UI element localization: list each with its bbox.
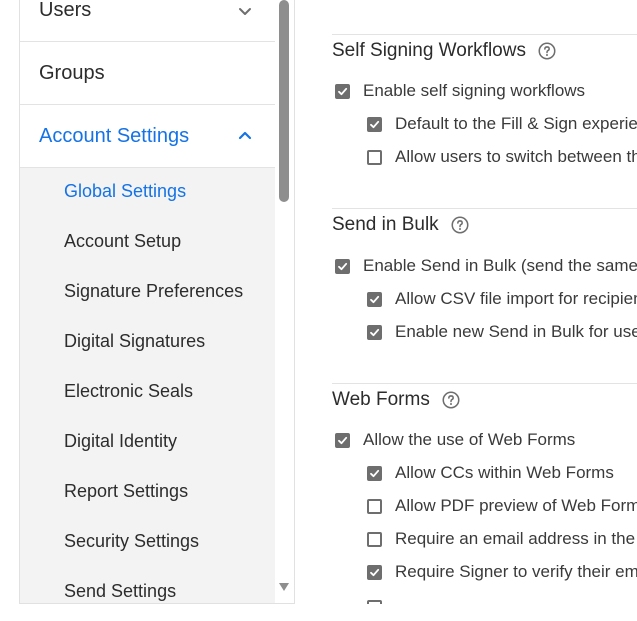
option-enable-new-send-in-bulk[interactable]: Enable new Send in Bulk for users xyxy=(367,322,637,342)
chevron-down-icon[interactable] xyxy=(236,2,254,20)
sidebar-nav: Users Groups Account Settings Global Set… xyxy=(19,0,295,604)
sidebar-item-label: Account Settings xyxy=(39,124,190,147)
option-label: Require Signer to verify their ema xyxy=(395,562,637,581)
option-label: Default to the Fill & Sign experien xyxy=(395,114,637,133)
checkbox[interactable] xyxy=(367,564,382,580)
sidebar-subitem-global-settings[interactable]: Global Settings xyxy=(64,181,186,202)
section-title-send-in-bulk: Send in Bulk xyxy=(332,214,469,236)
checkbox[interactable] xyxy=(335,432,350,448)
sidebar-item-account-settings[interactable]: Account Settings xyxy=(20,105,275,168)
option-enable-self-signing[interactable]: Enable self signing workflows xyxy=(335,81,585,101)
option-label: Enable Send in Bulk (send the same a xyxy=(363,256,637,275)
section-title-text: Send in Bulk xyxy=(332,214,439,235)
sidebar-subitem-signature-preferences[interactable]: Signature Preferences xyxy=(64,281,243,302)
option-label: Enable new Send in Bulk for users xyxy=(395,322,637,341)
section-divider xyxy=(332,383,637,384)
option-allow-pdf-preview[interactable]: Allow PDF preview of Web Forms xyxy=(367,496,637,516)
sidebar-subitem-send-settings[interactable]: Send Settings xyxy=(64,581,176,602)
option-allow-ccs[interactable]: Allow CCs within Web Forms xyxy=(367,463,614,483)
sidebar-subitem-report-settings[interactable]: Report Settings xyxy=(64,481,188,502)
option-allow-csv-import[interactable]: Allow CSV file import for recipien xyxy=(367,289,637,309)
option-label: Allow CSV file import for recipien xyxy=(395,289,637,308)
sidebar-item-label: Users xyxy=(39,0,92,21)
checkbox[interactable] xyxy=(367,498,382,514)
scroll-down-arrow-icon[interactable] xyxy=(278,582,290,592)
checkbox[interactable] xyxy=(367,531,382,547)
option-label: Allow the use of Web Forms xyxy=(363,430,576,449)
option-label: Require an email address in the si xyxy=(395,529,637,548)
sidebar-item-groups[interactable]: Groups xyxy=(20,43,275,105)
settings-content: Self Signing Workflows Enable self signi… xyxy=(332,0,637,621)
option-require-signer-verify[interactable]: Require Signer to verify their ema xyxy=(367,562,637,582)
option-label: Allow users to switch between th xyxy=(395,147,637,166)
clipped-option-row xyxy=(367,598,637,604)
sidebar-subitem-account-setup[interactable]: Account Setup xyxy=(64,231,181,252)
sidebar-subitem-security-settings[interactable]: Security Settings xyxy=(64,531,199,552)
option-label: Allow PDF preview of Web Forms xyxy=(395,496,637,515)
sidebar-subitem-electronic-seals[interactable]: Electronic Seals xyxy=(64,381,193,402)
chevron-up-icon[interactable] xyxy=(236,127,254,145)
option-require-email[interactable]: Require an email address in the si xyxy=(367,529,637,549)
section-title-text: Web Forms xyxy=(332,389,430,410)
section-divider xyxy=(332,34,637,35)
option-label: Enable self signing workflows xyxy=(363,81,586,100)
sidebar-item-label: Groups xyxy=(39,62,105,84)
account-settings-submenu: Global Settings Account Setup Signature … xyxy=(20,168,275,603)
sidebar-subitem-digital-identity[interactable]: Digital Identity xyxy=(64,431,177,452)
checkbox[interactable] xyxy=(367,149,382,165)
section-title-text: Self Signing Workflows xyxy=(332,40,526,61)
scrollbar-thumb[interactable] xyxy=(279,0,289,202)
help-icon[interactable] xyxy=(538,42,556,60)
help-icon[interactable] xyxy=(451,216,469,234)
checkbox[interactable] xyxy=(367,116,382,132)
option-enable-send-in-bulk[interactable]: Enable Send in Bulk (send the same a xyxy=(335,256,637,276)
help-icon[interactable] xyxy=(442,391,460,409)
section-divider xyxy=(332,208,637,209)
checkbox[interactable] xyxy=(367,291,382,307)
checkbox[interactable] xyxy=(335,258,350,274)
option-default-fill-sign[interactable]: Default to the Fill & Sign experien xyxy=(367,114,637,134)
checkbox[interactable] xyxy=(367,465,382,481)
option-allow-web-forms[interactable]: Allow the use of Web Forms xyxy=(335,430,575,450)
checkbox[interactable] xyxy=(335,83,350,99)
sidebar-item-users[interactable]: Users xyxy=(20,0,275,42)
section-title-self-signing: Self Signing Workflows xyxy=(332,40,556,62)
option-label: Allow CCs within Web Forms xyxy=(395,463,614,482)
section-title-web-forms: Web Forms xyxy=(332,389,460,411)
checkbox[interactable] xyxy=(367,324,382,340)
sidebar-subitem-digital-signatures[interactable]: Digital Signatures xyxy=(64,331,205,352)
option-allow-switch[interactable]: Allow users to switch between th xyxy=(367,147,637,167)
checkbox[interactable] xyxy=(367,600,382,604)
sidebar-scrollbar[interactable] xyxy=(276,0,294,603)
